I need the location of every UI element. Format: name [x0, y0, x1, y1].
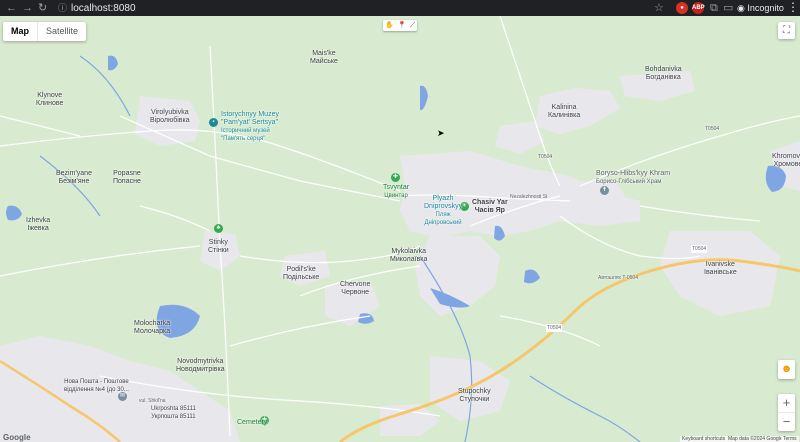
zoom-control: + −: [778, 394, 795, 431]
map-type-satellite-button[interactable]: Satellite: [38, 22, 86, 41]
sidepanel-icon[interactable]: ▭: [723, 1, 733, 15]
post-office-icon[interactable]: ✉: [118, 392, 127, 401]
place-label[interactable]: Virolyubivka Віролюбівка: [150, 109, 190, 125]
marker-icon[interactable]: 📍: [398, 20, 407, 31]
road-label: T0504: [538, 154, 553, 160]
mouse-cursor-icon: ➤: [437, 128, 445, 138]
fullscreen-icon[interactable]: ⛶: [778, 22, 795, 39]
poi-label[interactable]: Tsvyntar Цвинтар: [383, 184, 409, 200]
place-label[interactable]: Mykolaivka Миколаївка: [390, 248, 427, 264]
poi-label[interactable]: Plyazh Dniprovskyy Пляж Дніпровський: [424, 195, 462, 227]
back-icon[interactable]: ←: [6, 1, 17, 15]
record-icon[interactable]: ●: [676, 2, 688, 14]
polyline-icon[interactable]: ⟋: [410, 20, 415, 31]
hand-icon[interactable]: ✋: [385, 20, 394, 31]
poi-label[interactable]: Stinky Стінки: [208, 239, 229, 255]
reload-icon[interactable]: ↻: [38, 1, 47, 15]
map-type-control: Map Satellite: [3, 22, 87, 41]
road-label: T0504: [705, 126, 720, 132]
church-icon[interactable]: ✝: [600, 186, 609, 195]
place-label[interactable]: Нова Пошта - Поштове відділення №4 (до 30…: [64, 378, 129, 394]
museum-icon[interactable]: ▪: [209, 118, 218, 127]
bookmark-star-icon[interactable]: ☆: [654, 1, 664, 15]
extensions-icon[interactable]: ⧉: [710, 1, 718, 15]
street-view-pegman-icon[interactable]: ☻: [778, 360, 795, 379]
google-logo: Google: [3, 433, 31, 442]
road-label: T0504: [546, 324, 563, 332]
place-label[interactable]: Kalinina Калинівка: [548, 104, 580, 120]
place-label[interactable]: Popasne Попасне: [113, 170, 141, 186]
park-icon[interactable]: ♣: [214, 224, 223, 233]
browser-menu-icon[interactable]: ⋮: [787, 0, 799, 14]
place-label[interactable]: Ivanivske Іванівське: [704, 261, 737, 277]
incognito-icon: ◉: [737, 3, 748, 13]
place-label[interactable]: Mais'ke Майське: [310, 50, 338, 66]
browser-toolbar: ← → ↻ ⓘ localhost:8080 ☆ ● ABP ⧉ ▭ ◉ Inco…: [0, 0, 800, 16]
place-label[interactable]: Chervone Червоне: [340, 281, 370, 297]
map-canvas[interactable]: Mais'ke Майське Bohdanivka Богданівка Klyn…: [0, 16, 800, 442]
poi-label[interactable]: Cemetery: [237, 419, 267, 427]
place-label[interactable]: Molocharka Молочарка: [134, 320, 170, 336]
place-label[interactable]: Bohdanivka Богданівка: [645, 66, 682, 82]
road-label: vul. Shkil'na: [139, 398, 166, 404]
zoom-in-button[interactable]: +: [778, 394, 795, 413]
drawing-toolbar: ✋ 📍 ⟋: [383, 20, 417, 31]
place-label[interactable]: Podil's'ke Подільське: [283, 266, 319, 282]
place-label[interactable]: Izhevka Іжевка: [26, 217, 50, 233]
place-label[interactable]: Klynove Клинове: [36, 92, 63, 108]
place-label[interactable]: Ukrposhta 85111 Укрпошта 85111: [151, 405, 196, 421]
place-label[interactable]: Stupochky Ступочки: [458, 388, 491, 404]
place-label[interactable]: KhromoveХромове: [772, 153, 800, 169]
place-label[interactable]: Bezim'yane Безім'яне: [56, 170, 92, 186]
cemetery-icon[interactable]: ✚: [391, 173, 400, 182]
zoom-out-button[interactable]: −: [778, 413, 795, 431]
map-type-map-button[interactable]: Map: [3, 22, 38, 41]
place-label[interactable]: Novodmytrivka Новодмитрівка: [176, 358, 225, 374]
forward-icon[interactable]: →: [22, 1, 33, 15]
url-text: localhost:8080: [71, 3, 136, 14]
keyboard-shortcuts-link[interactable]: Keyboard shortcuts: [680, 436, 728, 442]
adblock-icon[interactable]: ABP: [692, 2, 705, 14]
terms-link[interactable]: Terms: [781, 436, 799, 442]
road-label: T0504: [691, 245, 708, 253]
map-data-attribution: Map data ©2024 Google: [726, 436, 785, 442]
road-label: Nezalezhnosti St: [510, 194, 548, 200]
poi-label[interactable]: Istorychnyy Muzey "Pam'yat' Sertsya" Істор…: [221, 111, 279, 143]
address-bar[interactable]: ⓘ localhost:8080: [58, 1, 136, 16]
poi-label[interactable]: Boryso-Hlibs'kyy Khram Борисо-Глібський Х…: [596, 170, 670, 186]
place-label[interactable]: Chasiv Yar Часів Яр: [472, 199, 508, 215]
road-label: Автошлях T-0504: [598, 275, 638, 281]
incognito-indicator[interactable]: ◉ Incognito: [737, 1, 784, 15]
site-info-icon[interactable]: ⓘ: [58, 3, 67, 13]
